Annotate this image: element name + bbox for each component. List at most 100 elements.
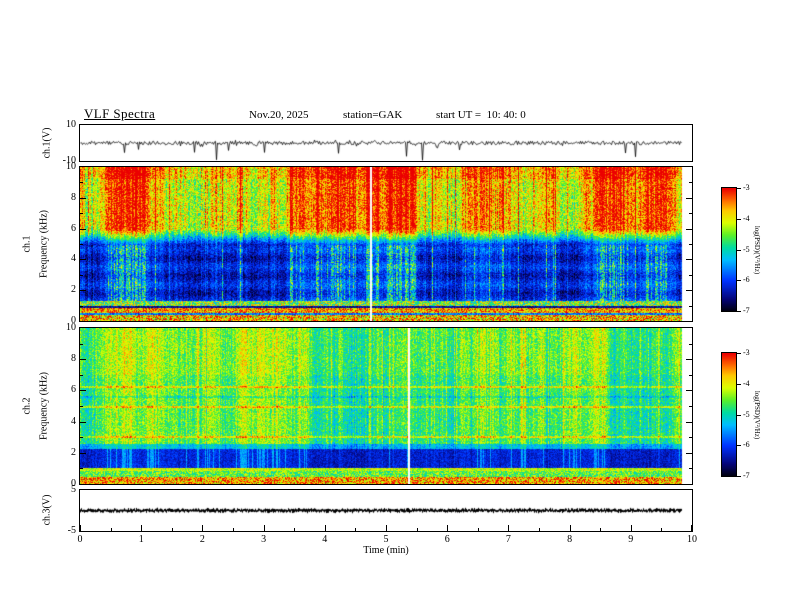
y-tick-mark	[80, 213, 83, 214]
colorbar-tick-mark	[737, 250, 741, 251]
y-tick-mark	[80, 275, 83, 276]
y-tick-mark	[80, 422, 86, 423]
y-tick-label: 2	[71, 284, 76, 296]
x-tick-mark	[386, 525, 387, 531]
colorbar-tick-mark	[737, 311, 741, 312]
y-tick-mark	[686, 359, 692, 360]
y-tick-label: 4	[71, 253, 76, 265]
ch2-colorbar-axis-label: log(PSD)(V²/Hz)	[753, 390, 761, 440]
x-tick-mark	[569, 525, 571, 531]
ch1-voltage-axis-label: ch.1(V)	[41, 127, 53, 159]
x-tick-label: 5	[383, 534, 389, 545]
y-tick-mark	[80, 437, 83, 438]
time-axis-label: Time (min)	[363, 545, 409, 556]
x-tick-label: 8	[567, 534, 573, 545]
ch1-colorbar	[721, 187, 737, 312]
x-tick-label: 2	[199, 534, 205, 545]
colorbar-tick-mark	[737, 188, 741, 189]
x-tick-label: 9	[628, 534, 634, 545]
y-tick-mark	[80, 390, 86, 391]
x-tick-label: 6	[444, 534, 450, 545]
y-tick-mark	[80, 359, 86, 360]
y-tick-mark	[689, 468, 692, 469]
y-tick-mark	[80, 453, 86, 454]
x-tick-mark	[447, 525, 449, 531]
ch1-channel-label: ch.1	[21, 235, 33, 253]
x-minor-tick-mark	[294, 528, 296, 531]
start-ut-label: start UT = 10: 40: 0	[436, 109, 526, 121]
ch2-frequency-axis-label: Frequency (kHz)	[38, 371, 50, 441]
colorbar-tick-mark	[737, 353, 741, 354]
vlf-spectra-figure: VLF Spectra Nov.20, 2025 station=GAK sta…	[0, 0, 792, 612]
ch1-spectrogram-canvas	[80, 167, 692, 321]
y-tick-label: 2	[71, 446, 76, 458]
x-minor-tick-mark	[477, 528, 479, 531]
ch3-voltage-axis-label: ch.3(V)	[41, 494, 53, 526]
ch1-waveform-panel	[79, 124, 693, 162]
colorbar-tick-label: -6	[743, 440, 750, 449]
y-tick-label: 8	[71, 353, 76, 365]
y-tick-mark	[80, 306, 83, 307]
y-tick-mark	[689, 244, 692, 245]
y-tick-mark	[686, 422, 692, 423]
y-tick-mark	[80, 406, 83, 407]
x-minor-tick-mark	[661, 528, 663, 531]
y-tick-mark	[689, 306, 692, 307]
ch2-colorbar	[721, 352, 737, 477]
y-tick-mark	[686, 198, 692, 199]
colorbar-tick-mark	[737, 415, 741, 416]
y-tick-label: 6	[71, 384, 76, 396]
ch1-waveform-canvas	[80, 125, 692, 161]
y-tick-label: 10	[66, 161, 76, 172]
y-tick-mark	[689, 344, 692, 345]
colorbar-tick-label: -3	[743, 348, 750, 357]
y-tick-mark	[686, 259, 692, 260]
x-tick-label: 7	[505, 534, 511, 545]
ch2-colorbar-canvas	[722, 353, 736, 476]
y-tick-mark	[80, 344, 83, 345]
y-tick-mark	[80, 259, 86, 260]
y-tick-mark	[80, 198, 86, 199]
x-minor-tick-mark	[600, 528, 602, 531]
y-tick-mark	[689, 375, 692, 376]
ch1-spectrogram-panel	[79, 166, 693, 322]
y-tick-mark	[689, 275, 692, 276]
x-tick-mark	[80, 525, 81, 531]
colorbar-tick-label: -7	[743, 471, 750, 480]
x-tick-mark	[630, 525, 632, 531]
y-tick-mark	[80, 375, 83, 376]
y-tick-mark	[80, 182, 83, 183]
x-minor-tick-mark	[233, 528, 234, 531]
colorbar-tick-label: -5	[743, 245, 750, 254]
x-minor-tick-mark	[539, 528, 540, 531]
y-tick-label: 8	[71, 191, 76, 203]
x-tick-mark	[691, 525, 692, 531]
x-tick-label: 0	[77, 534, 83, 545]
x-tick-mark	[324, 525, 326, 531]
y-tick-mark	[689, 182, 692, 183]
x-minor-tick-mark	[110, 528, 112, 531]
y-tick-label: 6	[71, 222, 76, 234]
x-minor-tick-mark	[355, 528, 357, 531]
colorbar-tick-mark	[737, 384, 741, 385]
x-tick-mark	[202, 525, 204, 531]
y-tick-mark	[80, 244, 83, 245]
ch1-colorbar-axis-label: log(PSD)(V²/Hz)	[753, 225, 761, 275]
y-tick-mark	[686, 390, 692, 391]
colorbar-tick-mark	[737, 445, 741, 446]
colorbar-tick-label: -3	[743, 183, 750, 192]
colorbar-tick-mark	[737, 476, 741, 477]
ch1-frequency-axis-label: Frequency (kHz)	[38, 209, 50, 279]
figure-title: VLF Spectra	[84, 106, 156, 121]
x-tick-label: 10	[687, 534, 697, 545]
y-tick-mark	[686, 290, 692, 291]
y-tick-mark	[80, 468, 83, 469]
colorbar-tick-mark	[737, 219, 741, 220]
colorbar-tick-label: -7	[743, 306, 750, 315]
x-minor-tick-mark	[416, 528, 418, 531]
x-tick-label: 3	[261, 534, 267, 545]
y-tick-mark	[686, 453, 692, 454]
y-tick-label: 4	[71, 415, 76, 427]
y-tick-label: 10	[66, 119, 76, 130]
ch2-spectrogram-panel	[79, 327, 693, 485]
